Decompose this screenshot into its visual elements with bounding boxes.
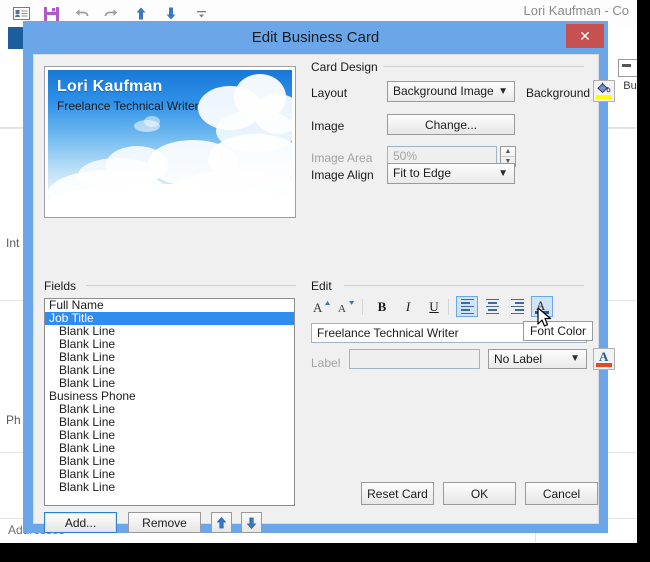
add-field-button[interactable]: Add... xyxy=(44,512,117,533)
image-label: Image xyxy=(311,119,345,133)
image-align-select-value: Fit to Edge xyxy=(393,166,452,180)
font-color-swatch-icon: A xyxy=(599,350,609,363)
align-left-icon xyxy=(460,298,474,315)
background-label: Background xyxy=(526,86,591,100)
align-center-icon xyxy=(485,298,499,315)
label-position-select[interactable]: No Label ▼ xyxy=(488,349,587,369)
increase-font-size-button[interactable]: A xyxy=(311,296,333,317)
svg-text:A: A xyxy=(313,300,323,315)
layout-label: Layout xyxy=(311,86,348,100)
font-color-swatch-button[interactable]: A xyxy=(593,348,615,370)
ok-button[interactable]: OK xyxy=(443,482,516,505)
move-field-up-button[interactable] xyxy=(211,512,232,533)
toolbar-separator-1 xyxy=(362,299,363,315)
card-preview-canvas: Lori Kaufman Freelance Technical Writer xyxy=(48,70,292,214)
decrease-font-size-button[interactable]: A xyxy=(336,296,358,317)
card-preview-name: Lori Kaufman xyxy=(57,78,163,95)
card-design-group-rule xyxy=(379,66,584,67)
change-image-button[interactable]: Change... xyxy=(387,114,515,135)
align-right-button[interactable] xyxy=(506,296,528,317)
underline-button[interactable]: U xyxy=(423,296,445,317)
label-position-value: No Label xyxy=(494,352,543,366)
card-design-group-label: Card Design xyxy=(311,60,383,74)
bg-field-label-phone: Ph xyxy=(6,413,21,427)
font-color-button[interactable]: A xyxy=(531,296,553,317)
font-color-swatch xyxy=(596,363,612,367)
dialog-titlebar: Edit Business Card ✕ xyxy=(24,22,607,54)
edit-group-label: Edit xyxy=(311,279,337,293)
business-card-icon xyxy=(618,59,637,77)
field-list-item[interactable]: Blank Line xyxy=(45,481,294,494)
label-text-input[interactable] xyxy=(349,349,480,369)
svg-text:A: A xyxy=(536,298,546,313)
remove-field-button[interactable]: Remove xyxy=(128,512,201,533)
layout-select-value: Background Image xyxy=(393,84,494,98)
window-title: Lori Kaufman - Co xyxy=(523,3,630,18)
image-align-select[interactable]: Fit to Edge ▼ xyxy=(387,163,515,184)
svg-text:A: A xyxy=(599,350,609,363)
arrow-up-icon xyxy=(216,516,227,528)
close-icon[interactable]: ✕ xyxy=(566,24,604,48)
paint-bucket-icon xyxy=(597,82,611,94)
font-color-tooltip: Font Color xyxy=(523,321,594,341)
fields-group-label: Fields xyxy=(44,279,82,293)
business-card-preview[interactable]: Lori Kaufman Freelance Technical Writer xyxy=(44,66,296,218)
cancel-button[interactable]: Cancel xyxy=(525,482,598,505)
dialog-body: Lori Kaufman Freelance Technical Writer … xyxy=(33,54,615,533)
layout-select[interactable]: Background Image ▼ xyxy=(387,81,515,102)
dialog-title: Edit Business Card xyxy=(251,29,380,46)
card-preview-job-title: Freelance Technical Writer xyxy=(57,99,199,113)
font-color-icon: A xyxy=(535,298,549,314)
bg-field-label-internet: Int xyxy=(6,236,20,250)
reset-card-button[interactable]: Reset Card xyxy=(361,482,434,505)
background-color-swatch xyxy=(596,95,612,99)
edit-business-card-dialog: Edit Business Card ✕ Lori Kaufman Freela… xyxy=(23,21,615,533)
image-area-label: Image Area xyxy=(311,151,373,165)
chevron-down-icon: ▼ xyxy=(498,86,508,97)
align-right-icon xyxy=(510,298,524,315)
chevron-down-icon-2: ▼ xyxy=(498,168,508,179)
image-align-label: Image Align xyxy=(311,168,374,182)
background-color-button[interactable] xyxy=(593,80,615,102)
move-field-down-button[interactable] xyxy=(241,512,262,533)
label-label: Label xyxy=(311,356,341,370)
edit-group-rule xyxy=(344,285,584,286)
fields-group-rule xyxy=(86,285,296,286)
bold-button[interactable]: B xyxy=(371,296,393,317)
align-center-button[interactable] xyxy=(481,296,503,317)
fields-listbox[interactable]: Full Name Job Title Blank Line Blank Line Bl… xyxy=(44,298,295,506)
stepper-up-icon[interactable]: ▲ xyxy=(501,147,515,156)
toolbar-separator-2 xyxy=(448,299,449,315)
chevron-down-icon-3: ▼ xyxy=(570,353,580,364)
align-left-button[interactable] xyxy=(456,296,478,317)
arrow-down-icon xyxy=(246,517,257,529)
screenshot-root: Lori Kaufman - Co F Sav Cl Bu Int Ph A xyxy=(0,0,650,562)
italic-button[interactable]: I xyxy=(397,296,419,317)
svg-text:A: A xyxy=(338,303,346,315)
